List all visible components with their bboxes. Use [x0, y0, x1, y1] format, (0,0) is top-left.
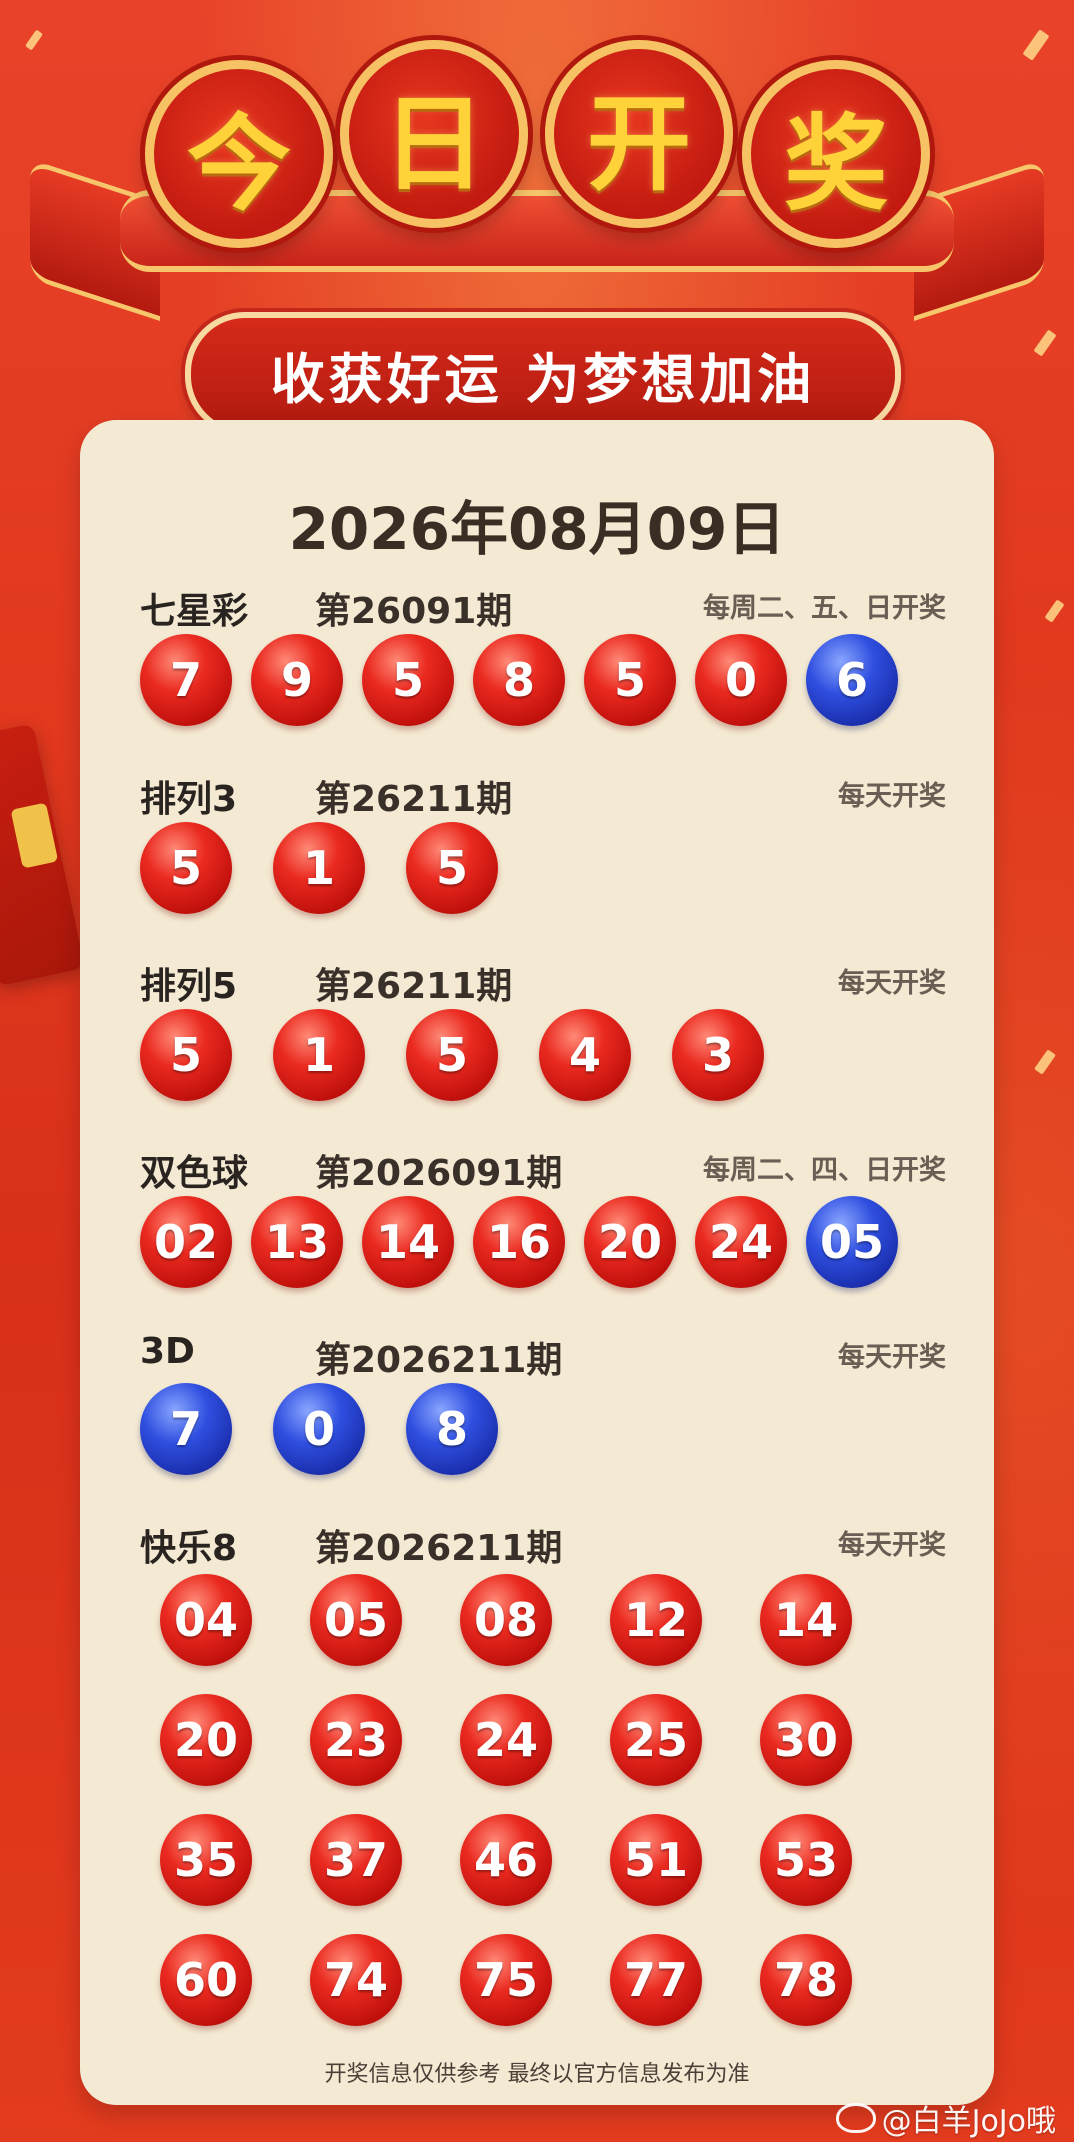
red-ball: 20	[584, 1196, 676, 1288]
red-ball: 4	[539, 1009, 631, 1101]
red-ball: 20	[160, 1694, 252, 1786]
slogan-text: 收获好运 为梦想加油	[270, 347, 816, 411]
red-ball: 5	[584, 634, 676, 726]
lottery-name: 3D	[140, 1331, 195, 1372]
results-card: 2026年08月09日 七星彩 第26091期 每周二、五、日开奖 7 9 5 8 5 0 6 排列…	[80, 420, 994, 2105]
red-ball: 5	[140, 1009, 232, 1101]
title-char-1: 今	[145, 60, 333, 248]
red-ball: 14	[760, 1574, 852, 1666]
red-ball: 5	[406, 822, 498, 914]
lottery-issue: 第26091期	[315, 591, 513, 632]
red-ball: 7	[140, 634, 232, 726]
red-ball: 14	[362, 1196, 454, 1288]
lottery-issue: 第26211期	[315, 779, 513, 820]
lottery-issue: 第2026091期	[315, 1153, 563, 1194]
watermark: @白羊JoJo哦	[835, 2096, 1056, 2140]
red-ball: 5	[140, 822, 232, 914]
red-ball: 74	[310, 1934, 402, 2026]
lottery-schedule: 每天开奖	[838, 1530, 946, 1561]
blue-ball: 05	[806, 1196, 898, 1288]
blue-ball: 8	[406, 1383, 498, 1475]
red-ball: 0	[695, 634, 787, 726]
lottery-name: 双色球	[140, 1153, 249, 1194]
lottery-schedule: 每周二、四、日开奖	[703, 1155, 946, 1186]
red-ball: 25	[610, 1694, 702, 1786]
title-char-4: 奖	[742, 60, 930, 248]
lottery-schedule: 每天开奖	[838, 1342, 946, 1373]
red-ball: 23	[310, 1694, 402, 1786]
lottery-schedule: 每周二、五、日开奖	[703, 593, 946, 624]
title-char-3: 开	[545, 40, 733, 228]
blue-ball: 7	[140, 1383, 232, 1475]
blue-ball: 0	[273, 1383, 365, 1475]
weibo-icon	[835, 2103, 876, 2133]
red-ball: 1	[273, 1009, 365, 1101]
red-ball: 77	[610, 1934, 702, 2026]
red-ball: 9	[251, 634, 343, 726]
lottery-name: 排列5	[140, 966, 238, 1007]
lottery-name: 排列3	[140, 779, 238, 820]
lottery-issue: 第2026211期	[315, 1528, 563, 1569]
lottery-name: 七星彩	[140, 591, 249, 632]
red-ball: 3	[672, 1009, 764, 1101]
slogan-banner: 收获好运 为梦想加油	[185, 312, 901, 436]
red-ball: 5	[406, 1009, 498, 1101]
red-ball: 02	[140, 1196, 232, 1288]
red-ball: 60	[160, 1934, 252, 2026]
red-ball: 53	[760, 1814, 852, 1906]
red-ball: 51	[610, 1814, 702, 1906]
red-ball: 75	[460, 1934, 552, 2026]
red-ball: 12	[610, 1574, 702, 1666]
watermark-text: @白羊JoJo哦	[881, 2104, 1056, 2139]
lottery-issue: 第26211期	[315, 966, 513, 1007]
red-ball: 35	[160, 1814, 252, 1906]
red-ball: 24	[695, 1196, 787, 1288]
draw-date: 2026年08月09日	[288, 495, 786, 563]
envelope-seal	[10, 802, 59, 869]
red-ball: 46	[460, 1814, 552, 1906]
red-ball: 04	[160, 1574, 252, 1666]
blue-ball: 6	[806, 634, 898, 726]
red-ball: 37	[310, 1814, 402, 1906]
red-ball: 24	[460, 1694, 552, 1786]
red-ball: 8	[473, 634, 565, 726]
red-ball: 5	[362, 634, 454, 726]
red-ball: 13	[251, 1196, 343, 1288]
disclaimer-text: 开奖信息仅供参考 最终以官方信息发布为准	[324, 2062, 750, 2087]
lottery-issue: 第2026211期	[315, 1340, 563, 1381]
lottery-schedule: 每天开奖	[838, 968, 946, 999]
red-ball: 78	[760, 1934, 852, 2026]
red-ball: 30	[760, 1694, 852, 1786]
red-ball: 16	[473, 1196, 565, 1288]
red-ball: 08	[460, 1574, 552, 1666]
red-ball: 05	[310, 1574, 402, 1666]
title-char-2: 日	[340, 40, 528, 228]
lottery-name: 快乐8	[140, 1528, 238, 1569]
red-ball: 1	[273, 822, 365, 914]
lottery-schedule: 每天开奖	[838, 781, 946, 812]
